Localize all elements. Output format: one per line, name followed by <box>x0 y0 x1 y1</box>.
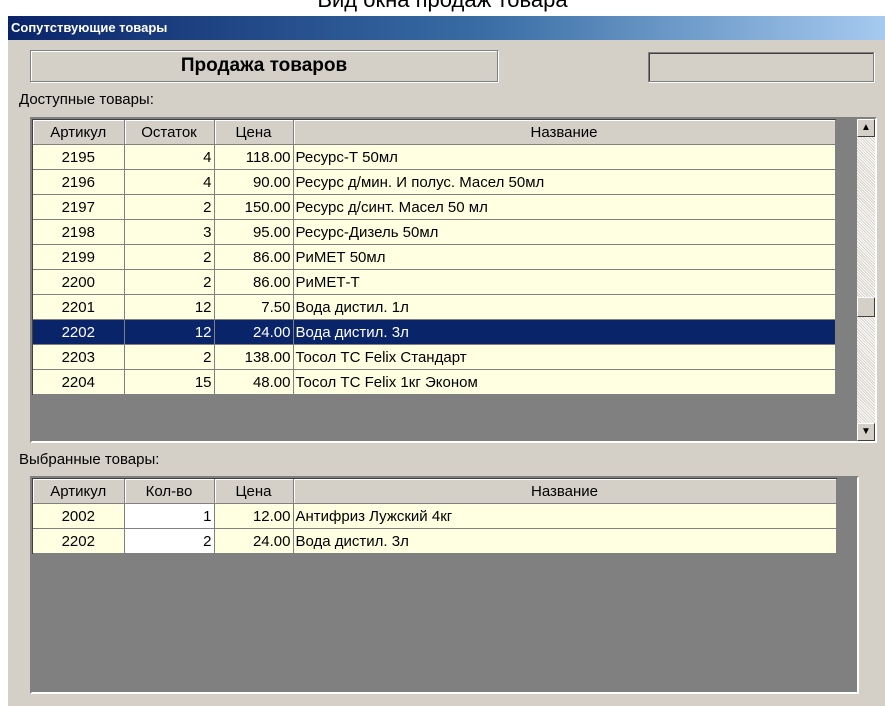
cell-name[interactable]: Ресурс-Дизель 50мл <box>293 219 836 245</box>
cell-sku[interactable]: 2202 <box>33 319 125 345</box>
cell-name[interactable]: Тосол ТС Felix Стандарт <box>293 344 836 370</box>
available-vertical-scrollbar[interactable]: ▲ ▼ <box>857 119 875 441</box>
table-row[interactable]: 2200 2 86.00 РиМЕТ-Т <box>33 269 836 295</box>
cell-name[interactable]: Вода дистил. 3л <box>293 319 836 345</box>
cell-price[interactable]: 138.00 <box>214 344 294 370</box>
cell-qty-input[interactable]: 2 <box>124 528 215 554</box>
cell-name[interactable]: РиМЕТ 50мл <box>293 244 836 270</box>
cell-sku[interactable]: 2197 <box>33 194 125 220</box>
cell-sku[interactable]: 2201 <box>33 294 125 320</box>
cell-sku[interactable]: 2204 <box>33 369 125 395</box>
figure-caption: Вид окна продаж товара <box>0 0 885 14</box>
table-row[interactable]: 2204 15 48.00 Тосол ТС Felix 1кг Эконом <box>33 369 836 395</box>
cell-price[interactable]: 86.00 <box>214 269 294 295</box>
available-goods-table[interactable]: Артикул Остаток Цена Название 2195 4 118.0… <box>33 120 836 395</box>
cell-stock[interactable]: 12 <box>124 319 215 345</box>
table-row[interactable]: 2196 4 90.00 Ресурс д/мин. И полус. Масел 5… <box>33 169 836 195</box>
cell-sku[interactable]: 2198 <box>33 219 125 245</box>
column-header-name[interactable]: Название <box>293 120 836 145</box>
cell-price[interactable]: 12.00 <box>214 503 294 529</box>
cell-price[interactable]: 7.50 <box>214 294 294 320</box>
column-header-stock[interactable]: Остаток <box>124 120 215 145</box>
cell-name[interactable]: Ресурс д/синт. Масел 50 мл <box>293 194 836 220</box>
cell-sku[interactable]: 2195 <box>33 144 125 170</box>
column-header-qty[interactable]: Кол-во <box>124 479 215 504</box>
cell-stock[interactable]: 2 <box>124 269 215 295</box>
arrow-up-icon[interactable]: ▲ <box>857 119 875 137</box>
cell-price[interactable]: 90.00 <box>214 169 294 195</box>
window-title: Сопутствующие товары <box>8 16 885 40</box>
table-row[interactable]: 2198 3 95.00 Ресурс-Дизель 50мл <box>33 219 836 245</box>
cell-stock[interactable]: 12 <box>124 294 215 320</box>
arrow-down-icon[interactable]: ▼ <box>857 423 875 441</box>
table-row[interactable]: 2197 2 150.00 Ресурс д/синт. Масел 50 мл <box>33 194 836 220</box>
table-row[interactable]: 2202 2 24.00 Вода дистил. 3л <box>33 528 837 554</box>
table-row[interactable]: 2201 12 7.50 Вода дистил. 1л <box>33 294 836 320</box>
cell-stock[interactable]: 4 <box>124 169 215 195</box>
table-row[interactable]: 2002 1 12.00 Антифриз Лужский 4кг <box>33 503 837 529</box>
selected-goods-table[interactable]: Артикул Кол-во Цена Название 2002 1 12.00 А… <box>33 479 837 554</box>
cell-stock[interactable]: 3 <box>124 219 215 245</box>
cell-price[interactable]: 48.00 <box>214 369 294 395</box>
table-row[interactable]: 2195 4 118.00 Ресурс-Т 50мл <box>33 144 836 170</box>
cell-sku[interactable]: 2002 <box>33 503 125 529</box>
cell-name[interactable]: Вода дистил. 1л <box>293 294 836 320</box>
cell-price[interactable]: 118.00 <box>214 144 294 170</box>
available-goods-grid[interactable]: Артикул Остаток Цена Название 2195 4 118.0… <box>30 117 877 443</box>
cell-sku[interactable]: 2200 <box>33 269 125 295</box>
column-header-sku[interactable]: Артикул <box>33 120 125 145</box>
cell-price[interactable]: 150.00 <box>214 194 294 220</box>
cell-stock[interactable]: 2 <box>124 344 215 370</box>
cell-qty-input[interactable]: 1 <box>124 503 215 529</box>
cell-sku[interactable]: 2196 <box>33 169 125 195</box>
scrollbar-thumb[interactable] <box>857 296 875 317</box>
cell-stock[interactable]: 4 <box>124 144 215 170</box>
cell-name[interactable]: Ресурс д/мин. И полус. Масел 50мл <box>293 169 836 195</box>
cell-stock[interactable]: 15 <box>124 369 215 395</box>
table-header-row: Артикул Остаток Цена Название <box>33 120 836 145</box>
cell-sku[interactable]: 2199 <box>33 244 125 270</box>
page-title: Продажа товаров <box>30 50 498 82</box>
cell-sku[interactable]: 2203 <box>33 344 125 370</box>
table-row[interactable]: 2203 2 138.00 Тосол ТС Felix Стандарт <box>33 344 836 370</box>
column-header-price[interactable]: Цена <box>214 479 294 504</box>
selected-goods-label: Выбранные товары: <box>19 451 160 468</box>
cell-price[interactable]: 24.00 <box>214 319 294 345</box>
column-header-name[interactable]: Название <box>293 479 837 504</box>
info-field <box>648 52 874 82</box>
cell-name[interactable]: Антифриз Лужский 4кг <box>293 503 837 529</box>
cell-price[interactable]: 86.00 <box>214 244 294 270</box>
cell-sku[interactable]: 2202 <box>33 528 125 554</box>
table-row[interactable]: 2199 2 86.00 РиМЕТ 50мл <box>33 244 836 270</box>
table-header-row: Артикул Кол-во Цена Название <box>33 479 837 504</box>
cell-name[interactable]: Тосол ТС Felix 1кг Эконом <box>293 369 836 395</box>
sales-window: Сопутствующие товары Продажа товаров Дос… <box>8 16 885 706</box>
cell-price[interactable]: 24.00 <box>214 528 294 554</box>
column-header-price[interactable]: Цена <box>214 120 294 145</box>
cell-name[interactable]: Ресурс-Т 50мл <box>293 144 836 170</box>
column-header-sku[interactable]: Артикул <box>33 479 125 504</box>
available-goods-label: Доступные товары: <box>19 91 154 108</box>
cell-name[interactable]: Вода дистил. 3л <box>293 528 837 554</box>
cell-name[interactable]: РиМЕТ-Т <box>293 269 836 295</box>
cell-stock[interactable]: 2 <box>124 194 215 220</box>
selected-goods-grid[interactable]: Артикул Кол-во Цена Название 2002 1 12.00 А… <box>30 476 859 694</box>
cell-price[interactable]: 95.00 <box>214 219 294 245</box>
cell-stock[interactable]: 2 <box>124 244 215 270</box>
table-row[interactable]: 2202 12 24.00 Вода дистил. 3л <box>33 319 836 345</box>
